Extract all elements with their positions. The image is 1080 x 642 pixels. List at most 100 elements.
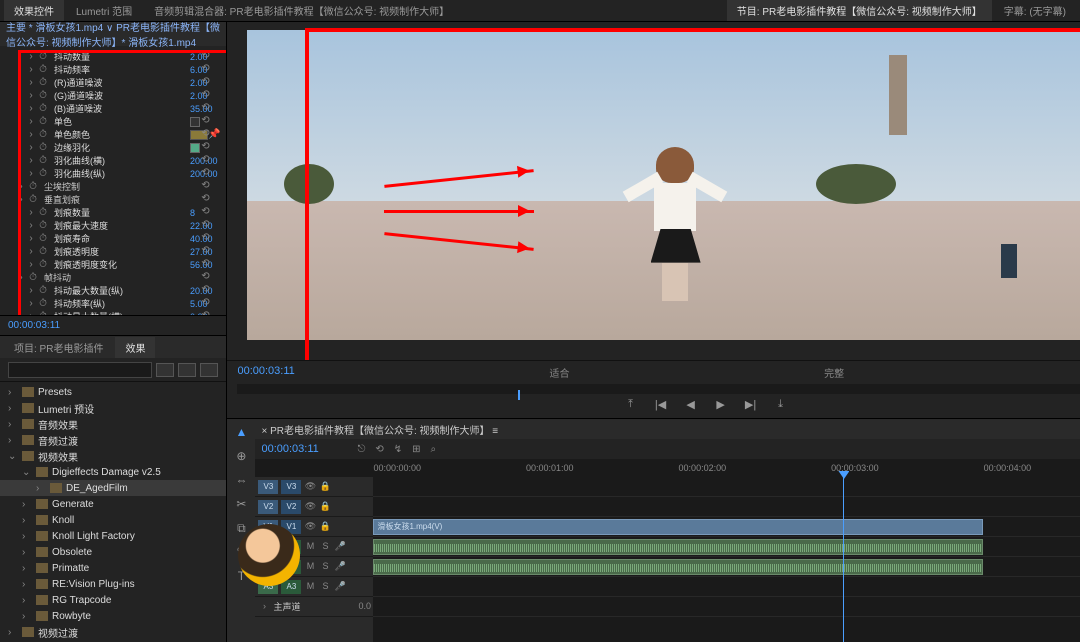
master-track-header[interactable]: ›主声道0.0 [255,597,373,617]
tool-button[interactable]: ⊕ [232,447,250,465]
keyframe-stopwatch-icon[interactable]: ⏱ [36,168,50,179]
keyframe-stopwatch-icon[interactable]: ⏱ [36,142,50,153]
tree-item[interactable]: ›Generate [0,496,226,512]
effect-timecode[interactable]: 00:00:03:11 [0,315,226,335]
preset-icon[interactable] [156,363,174,377]
preset-icon[interactable] [178,363,196,377]
tree-item[interactable]: ⌄Digieffects Damage v2.5 [0,464,226,480]
reset-icon[interactable]: ⟲ [198,180,212,194]
keyframe-stopwatch-icon[interactable]: ⏱ [36,220,50,231]
timeline-option-icon[interactable]: ⌕ [431,444,437,455]
timeline-option-icon[interactable]: ↯ [394,444,402,455]
keyframe-stopwatch-icon[interactable]: ⏱ [36,259,50,270]
keyframe-stopwatch-icon[interactable]: ⏱ [36,90,50,101]
preset-icon[interactable] [200,363,218,377]
timeline-option-icon[interactable]: ⊞ [412,444,420,455]
reset-icon[interactable]: ⟲ [198,115,212,129]
effect-source-header[interactable]: 主要 * 滑板女孩1.mp4 ∨ PR老电影插件教程【微信公众号: 视频制作大师… [0,22,226,46]
reset-icon[interactable]: ⟲ [198,258,212,272]
video-track-header[interactable]: V2V2👁🔒 [255,497,373,517]
transport-button[interactable]: ⤒ [623,398,639,412]
program-timecode[interactable]: 00:00:03:11 [237,365,294,380]
transport-button[interactable]: |◀ [653,398,669,412]
reset-icon[interactable]: ⟲ [198,271,212,285]
program-scrubber[interactable] [237,384,1080,394]
keyframe-stopwatch-icon[interactable]: ⏱ [36,233,50,244]
tree-item[interactable]: ›DE_AgedFilm [0,480,226,496]
tab-project[interactable]: 项目: PR老电影插件 [4,337,113,358]
keyframe-stopwatch-icon[interactable]: ⏱ [36,246,50,257]
tree-item[interactable]: ›Knoll Light Factory [0,528,226,544]
tree-item[interactable]: ›Presets [0,384,226,400]
reset-icon[interactable]: ⟲ [198,141,212,155]
reset-icon[interactable]: ⟲ [198,102,212,116]
reset-icon[interactable]: ⟲ [198,76,212,90]
keyframe-stopwatch-icon[interactable]: ⏱ [26,181,40,192]
video-clip[interactable]: 滑板女孩1.mp4(V) [373,519,983,535]
transport-button[interactable]: ⤓ [773,398,789,412]
reset-icon[interactable]: ⟲ [198,89,212,103]
tree-item[interactable]: ›视频过渡 [0,624,226,640]
timeline-timecode[interactable]: 00:00:03:11 [261,443,351,455]
audio-clip[interactable] [373,559,983,575]
keyframe-stopwatch-icon[interactable]: ⏱ [26,272,40,283]
tree-item[interactable]: ›Rowbyte [0,608,226,624]
tree-item[interactable]: ›Primatte [0,560,226,576]
tree-item[interactable]: ›Obsolete [0,544,226,560]
keyframe-stopwatch-icon[interactable]: ⏱ [36,298,50,309]
reset-icon[interactable]: ⟲ [198,284,212,298]
keyframe-stopwatch-icon[interactable]: ⏱ [36,207,50,218]
transport-button[interactable]: ▶| [743,398,759,412]
tree-item[interactable]: ›Lumetri 预设 [0,400,226,416]
reset-icon[interactable]: ⟲ [198,297,212,311]
keyframe-stopwatch-icon[interactable]: ⏱ [36,77,50,88]
keyframe-stopwatch-icon[interactable]: ⏱ [36,311,50,315]
tab-lumetri[interactable]: Lumetri 范围 [66,0,142,21]
audio-clip[interactable] [373,539,983,555]
effects-search-input[interactable] [8,362,152,378]
tree-item[interactable]: ⌄视频效果 [0,448,226,464]
reset-icon[interactable]: ⟲ [198,193,212,207]
reset-icon[interactable]: ⟲ [198,50,212,64]
keyframe-stopwatch-icon[interactable]: ⏱ [36,155,50,166]
timeline-option-icon[interactable]: ⟲ [375,444,383,455]
playhead[interactable] [843,477,844,642]
tab-program[interactable]: 节目: PR老电影插件教程【微信公众号: 视频制作大师】 [727,0,992,21]
keyframe-stopwatch-icon[interactable]: ⏱ [36,64,50,75]
tool-button[interactable]: ⇔ [232,471,250,489]
tab-effect-controls[interactable]: 效果控件 [4,0,64,21]
keyframe-stopwatch-icon[interactable]: ⏱ [36,103,50,114]
tab-audio-mixer[interactable]: 音频剪辑混合器: PR老电影插件教程【微信公众号: 视频制作大师】 [144,0,459,21]
reset-icon[interactable]: ⟲ [198,232,212,246]
timeline-ruler[interactable]: 00:00:00:0000:00:01:0000:00:02:0000:00:0… [255,459,1080,477]
reset-icon[interactable]: ⟲ [198,245,212,259]
keyframe-stopwatch-icon[interactable]: ⏱ [36,116,50,127]
reset-icon[interactable]: ⟲ [198,219,212,233]
tree-item[interactable]: ›音频过渡 [0,432,226,448]
reset-icon[interactable]: ⟲ [198,63,212,77]
tab-share[interactable]: 字幕: (无字幕) [994,0,1076,21]
sequence-name[interactable]: × PR老电影插件教程【微信公众号: 视频制作大师】 ≡ [261,422,498,437]
reset-icon[interactable]: ⟲ [198,128,212,142]
keyframe-stopwatch-icon[interactable]: ⏱ [36,129,50,140]
transport-button[interactable]: ◀ [683,398,699,412]
timeline-option-icon[interactable]: ⎋ [357,444,365,455]
keyframe-stopwatch-icon[interactable]: ⏱ [26,194,40,205]
video-preview[interactable] [247,30,1080,340]
tree-item[interactable]: ›RE:Vision Plug-ins [0,576,226,592]
tree-item[interactable]: ›Knoll [0,512,226,528]
reset-icon[interactable]: ⟲ [198,206,212,220]
track-area[interactable]: 滑板女孩1.mp4(V) [373,477,1080,642]
reset-icon[interactable]: ⟲ [198,154,212,168]
tree-item[interactable]: ›RG Trapcode [0,592,226,608]
keyframe-stopwatch-icon[interactable]: ⏱ [36,51,50,62]
keyframe-stopwatch-icon[interactable]: ⏱ [36,285,50,296]
tree-item[interactable]: ›音频效果 [0,416,226,432]
full-label[interactable]: 完整 [824,365,844,380]
reset-icon[interactable]: ⟲ [198,167,212,181]
tool-button[interactable]: ▲ [232,423,250,441]
video-track-header[interactable]: V3V3👁🔒 [255,477,373,497]
transport-button[interactable]: ▶ [713,398,729,412]
fit-label[interactable]: 适合 [549,365,569,380]
reset-icon[interactable]: ⟲ [198,310,212,316]
